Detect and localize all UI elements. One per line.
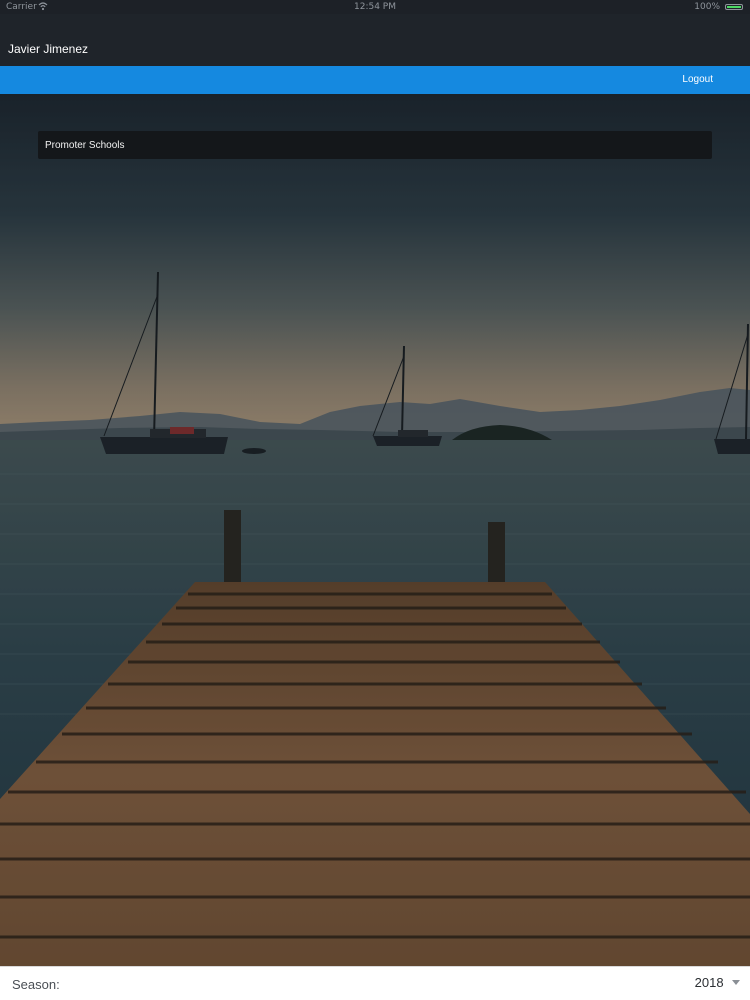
season-label: Season: — [12, 977, 60, 992]
nav-bar: Logout — [0, 66, 750, 94]
chevron-down-icon — [732, 980, 740, 986]
battery-icon — [725, 4, 743, 10]
battery-percentage: 100% — [694, 2, 720, 12]
menu-item-label: Promoter Schools — [45, 140, 125, 151]
season-dropdown[interactable]: 2018 — [695, 974, 740, 994]
user-name: Javier Jimenez — [8, 42, 89, 56]
background-image — [0, 94, 750, 966]
app-header: Javier Jimenez — [0, 14, 750, 66]
season-value: 2018 — [694, 975, 724, 991]
menu-item-promoter-schools[interactable]: Promoter Schools — [38, 131, 712, 159]
status-bar: Carrier 12:54 PM 100% — [0, 0, 750, 14]
logout-button[interactable]: Logout — [682, 74, 713, 85]
season-footer: Season: 2018 — [0, 966, 750, 1000]
status-time: 12:54 PM — [354, 2, 396, 12]
